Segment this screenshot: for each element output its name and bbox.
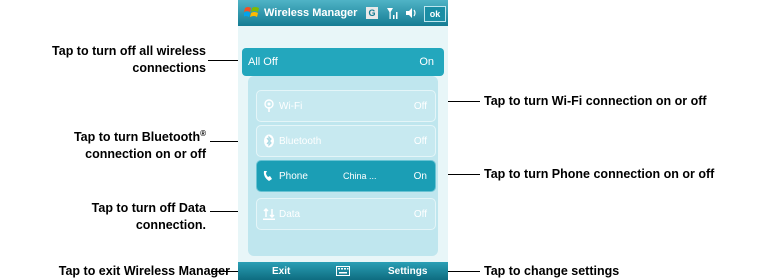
all-off-state: On — [419, 56, 434, 68]
bluetooth-icon — [264, 134, 274, 148]
wireless-manager-content: All Off On Wi-Fi Off Bluetooth Off Phone… — [238, 26, 448, 262]
bluetooth-label: Bluetooth — [279, 136, 322, 147]
device-screen: Wireless Manager G ok All Off On Wi-Fi O… — [238, 0, 448, 280]
callout-settings: Tap to change settings — [484, 264, 620, 278]
exit-softkey[interactable]: Exit — [272, 266, 290, 277]
phone-icon — [263, 171, 272, 181]
wifi-button[interactable]: Wi-Fi Off — [256, 90, 436, 122]
all-off-button[interactable]: All Off On — [242, 48, 444, 76]
phone-carrier: China ... — [343, 171, 377, 181]
window-title: Wireless Manager — [264, 7, 358, 19]
callout-bluetooth-text: Tap to turn Bluetooth — [73, 130, 201, 145]
softkey-bar: Exit Settings — [238, 262, 448, 280]
volume-icon — [406, 8, 416, 18]
callout-phone: Tap to turn Phone connection on or off — [484, 167, 715, 181]
signal-strength-icon — [387, 8, 398, 19]
bluetooth-button[interactable]: Bluetooth Off — [256, 125, 436, 157]
bluetooth-state: Off — [413, 136, 427, 147]
callout-exit: Tap to exit Wireless Manager — [58, 264, 230, 278]
callout-all-off: Tap to turn off all wireless connections — [52, 44, 206, 75]
data-transfer-icon — [263, 207, 275, 220]
registered-mark: ® — [200, 129, 206, 138]
callout-data: Tap to turn off Data connection. — [91, 201, 206, 232]
callout-wifi: Tap to turn Wi-Fi connection on or off — [484, 94, 707, 108]
wifi-label: Wi-Fi — [279, 101, 303, 112]
data-button[interactable]: Data Off — [256, 198, 436, 230]
wifi-state: Off — [413, 101, 427, 112]
callout-bluetooth-text2: connection on or off — [85, 147, 206, 162]
keyboard-icon[interactable] — [336, 266, 350, 276]
title-bar: Wireless Manager G ok — [238, 0, 448, 26]
settings-softkey[interactable]: Settings — [388, 266, 427, 277]
data-state: Off — [413, 209, 427, 220]
phone-label: Phone — [279, 171, 308, 182]
callout-bluetooth: Tap to turn Bluetooth® connection on or … — [20, 125, 206, 163]
all-off-label: All Off — [248, 56, 278, 68]
windows-logo-icon[interactable] — [244, 6, 260, 20]
phone-button[interactable]: Phone China ... On — [256, 160, 436, 192]
data-label: Data — [279, 209, 301, 220]
g-network-icon: G — [366, 7, 378, 19]
ok-button[interactable]: ok — [424, 6, 446, 22]
phone-state: On — [413, 171, 427, 182]
wifi-icon — [264, 99, 274, 112]
